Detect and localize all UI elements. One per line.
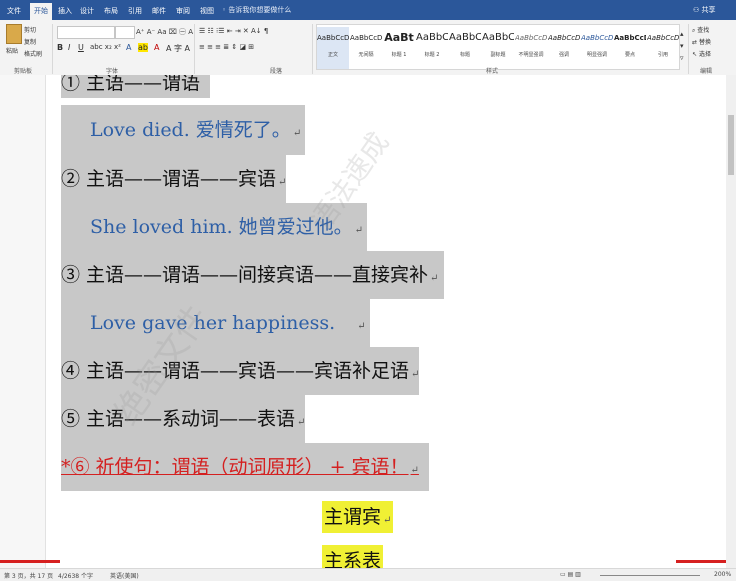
share-label: 共享 — [701, 6, 716, 14]
status-bar: 第 3 页，共 17 页 4/2638 个字 英语(美国) ▭ ▤ ▥ 200% — [0, 568, 736, 581]
ribbon-divider — [52, 24, 53, 74]
text-effects-button[interactable]: A — [126, 43, 131, 52]
paste-icon[interactable] — [6, 24, 22, 44]
ribbon-home: 粘贴 剪切 复制 格式刷 剪贴板 A⁺ A⁻ Aa ⌧ ㊀ A B I U ab… — [0, 20, 736, 76]
person-icon: ⚇ — [693, 6, 700, 14]
red-mark-left — [0, 560, 60, 563]
bold-button[interactable]: B — [57, 43, 63, 52]
tab-design[interactable]: 设计 — [78, 3, 96, 20]
replace-icon: ⇄ — [692, 39, 698, 46]
highlight-color-button[interactable]: ab — [138, 43, 148, 52]
font-size-dropdown[interactable] — [115, 26, 135, 39]
style-normal[interactable]: AaBbCcDd正文 — [317, 27, 349, 69]
ribbon-tab-bar: 文件 开始 插入 设计 布局 引用 邮件 审阅 视图 ◦ 告诉我你想要做什么 ⚇… — [0, 0, 736, 20]
style-title[interactable]: AaBbC 标题 — [449, 27, 481, 69]
style-intense-emphasis[interactable]: AaBbCcDd明显强调 — [581, 27, 613, 69]
replace-button[interactable]: ⇄ 替换 — [692, 37, 711, 46]
zoom-level[interactable]: 200% — [714, 571, 731, 578]
clipboard-group-label: 剪贴板 — [14, 68, 33, 75]
style-subtle-emphasis[interactable]: AaBbCcDd不明显强调 — [515, 27, 547, 69]
doc-line-4[interactable]: She loved him. 她曾爱过他。 ↵ — [61, 203, 368, 251]
cursor-icon: ↖ — [692, 51, 698, 58]
style-quote[interactable]: AaBbCcDd引用 — [647, 27, 679, 69]
styles-scroll-icon[interactable]: ▴ ▾ ▿ — [680, 28, 684, 64]
tab-review[interactable]: 审阅 — [174, 3, 192, 20]
strike-sub-sup-buttons[interactable]: abc x₂ x² — [90, 43, 121, 51]
font-color-button[interactable]: A — [154, 43, 159, 52]
align-buttons[interactable]: ≡ ≡ ≡ ≣ ⇕ ◪ ⊞ — [199, 43, 254, 51]
highlight-block-2[interactable]: 主系表 — [322, 545, 384, 568]
format-painter-button[interactable]: 格式刷 — [24, 49, 42, 58]
view-buttons[interactable]: ▭ ▤ ▥ — [560, 571, 581, 578]
style-strong[interactable]: AaBbCcDd要点 — [614, 27, 646, 69]
underline-button[interactable]: U — [78, 43, 84, 52]
italic-button[interactable]: I — [68, 43, 70, 52]
doc-line-3[interactable]: ② 主语——谓语——宾语 ↵ — [61, 155, 287, 203]
ribbon-divider — [312, 24, 313, 74]
language[interactable]: 英语(美国) — [110, 571, 139, 580]
left-margin — [0, 75, 46, 568]
page-count[interactable]: 第 3 页，共 17 页 — [4, 571, 53, 580]
doc-line-7[interactable]: ④ 主语——谓语——宾语——宾语补足语 ↵ — [61, 347, 420, 395]
tab-view[interactable]: 视图 — [198, 3, 216, 20]
word-count[interactable]: 4/2638 个字 — [58, 571, 93, 580]
doc-line-9[interactable]: *⑥ 祈使句：谓语（动词原形） + 宾语！ ↵ — [61, 443, 429, 491]
ribbon-divider — [688, 24, 689, 74]
tab-insert[interactable]: 插入 — [56, 3, 74, 20]
doc-line-5[interactable]: ③ 主语——谓语——间接宾语——直接宾补 ↵ — [61, 251, 445, 299]
tell-me-text: 告诉我你想要做什么 — [228, 6, 292, 14]
ribbon-divider — [194, 24, 195, 74]
list-buttons[interactable]: ☰ ☷ ⁝☰ ⇤ ⇥ ✕ A↓ ¶ — [199, 27, 268, 35]
font-name-dropdown[interactable] — [57, 26, 115, 39]
tab-references[interactable]: 引用 — [126, 3, 144, 20]
tab-home[interactable]: 开始 — [30, 3, 52, 20]
search-icon: ⌕ — [692, 27, 696, 34]
editing-group-label: 编辑 — [700, 68, 713, 75]
tab-file[interactable]: 文件 — [4, 3, 24, 20]
doc-line-2[interactable]: Love died. 爱情死了。 ↵ — [61, 105, 306, 155]
char-shading-button[interactable]: A 字 A — [166, 43, 190, 54]
find-button[interactable]: ⌕ 查找 — [692, 25, 709, 35]
font-group-label: 字体 — [106, 68, 119, 75]
highlight-block-1[interactable]: 主谓宾 ↵ — [322, 501, 394, 533]
vertical-scrollbar[interactable] — [726, 75, 736, 568]
style-heading-1[interactable]: AaBt 标题 1 — [383, 27, 415, 69]
doc-line-6[interactable]: Love gave her happiness. ↵ — [61, 299, 370, 347]
tab-mailings[interactable]: 邮件 — [150, 3, 168, 20]
style-heading-2[interactable]: AaBbC 标题 2 — [416, 27, 448, 69]
zoom-slider[interactable] — [600, 575, 700, 576]
paragraph-group-label: 段落 — [270, 68, 283, 75]
style-subtitle[interactable]: AaBbC 副标题 — [482, 27, 514, 69]
cut-button[interactable]: 剪切 — [24, 25, 36, 34]
tell-me-box[interactable]: ◦ 告诉我你想要做什么 — [222, 4, 291, 16]
font-size-controls[interactable]: A⁺ A⁻ Aa ⌧ ㊀ A — [136, 27, 193, 37]
share-button[interactable]: ⚇ 共享 — [693, 4, 716, 16]
styles-group-label: 样式 — [486, 68, 499, 75]
select-button[interactable]: ↖ 选择 — [692, 49, 711, 58]
document-page[interactable]: ① 主语——谓语 Love died. 爱情死了。 ↵ ② 主语——谓语——宾语 ↵… — [0, 75, 736, 568]
style-emphasis[interactable]: AaBbCcDd强调 — [548, 27, 580, 69]
doc-line-8[interactable]: ⑤ 主语——系动词——表语 ↵ — [61, 395, 306, 443]
copy-button[interactable]: 复制 — [24, 37, 36, 46]
scrollbar-thumb[interactable] — [728, 115, 734, 175]
tab-layout[interactable]: 布局 — [102, 3, 120, 20]
lightbulb-icon: ◦ — [222, 6, 227, 14]
paste-label[interactable]: 粘贴 — [6, 46, 18, 55]
style-no-spacing[interactable]: AaBbCcDd无间隔 — [350, 27, 382, 69]
doc-line-1[interactable]: ① 主语——谓语 — [61, 75, 211, 98]
